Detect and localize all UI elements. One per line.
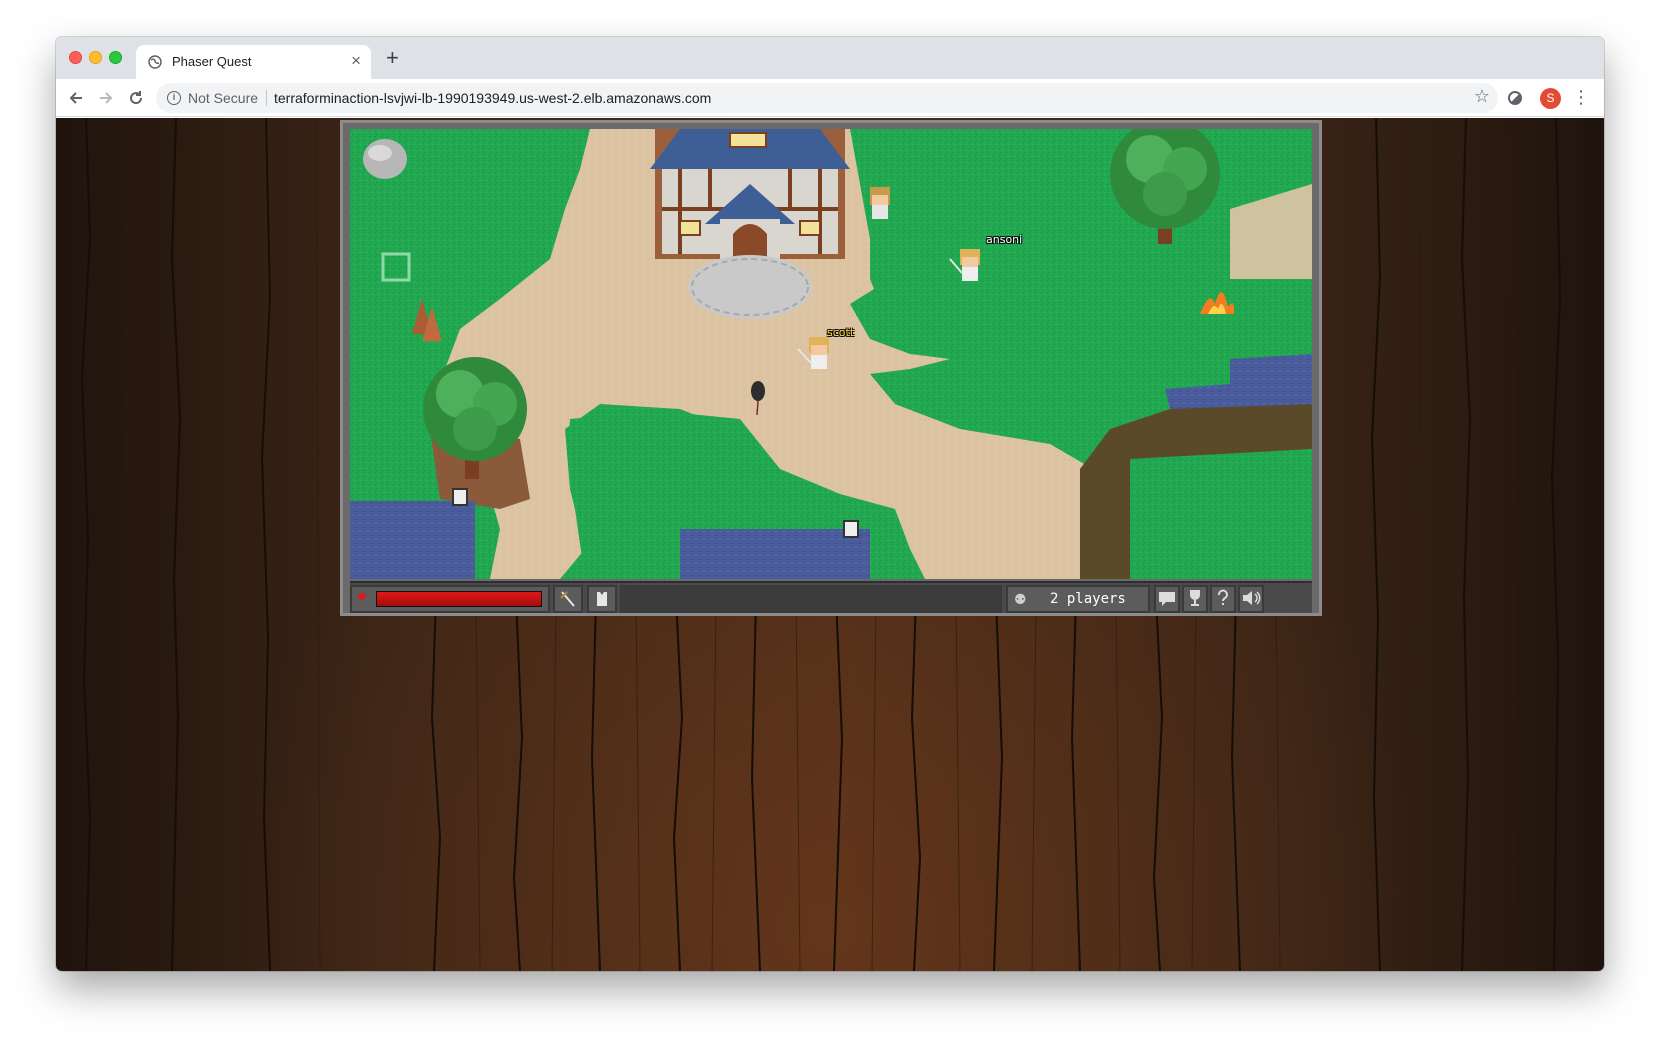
achievements-icon	[1190, 590, 1200, 606]
close-icon[interactable]: ×	[351, 51, 361, 71]
players-icon: ⚉	[1014, 591, 1027, 607]
tab-title: Phaser Quest	[172, 54, 252, 69]
back-button[interactable]	[64, 86, 88, 110]
signpost-bottom	[843, 520, 859, 538]
sword-icon	[560, 591, 575, 607]
browser-window: Phaser Quest × + i Not Secure terraformi…	[56, 37, 1604, 971]
signpost-left	[452, 488, 468, 506]
heart-icon: ♥	[357, 589, 367, 606]
tab-phaser-quest[interactable]: Phaser Quest ×	[136, 45, 371, 79]
globe-icon	[148, 55, 162, 69]
reload-button[interactable]	[124, 86, 148, 110]
health-bar-fill	[377, 592, 541, 606]
address-bar[interactable]: i Not Secure terraforminaction-lsvjwi-lb…	[156, 83, 1498, 113]
game-map	[350, 129, 1312, 579]
window-maximize-button[interactable]	[109, 51, 122, 64]
browser-toolbar: i Not Secure terraforminaction-lsvjwi-lb…	[56, 79, 1604, 117]
info-icon[interactable]: i	[167, 91, 181, 105]
security-label[interactable]: Not Secure	[188, 90, 258, 106]
armor-slot[interactable]	[587, 585, 617, 613]
achievements-button[interactable]	[1182, 585, 1208, 613]
players-count: 2 players	[1050, 591, 1126, 607]
tab-strip: Phaser Quest × +	[56, 37, 1604, 79]
game-canvas[interactable]: scott ansoni	[350, 129, 1312, 579]
help-button[interactable]	[1210, 585, 1236, 613]
chat-button[interactable]	[1154, 585, 1180, 613]
sound-button[interactable]	[1238, 585, 1264, 613]
chat-icon	[1159, 592, 1175, 606]
page-content: scott ansoni ♥ ⚉ 2 players	[56, 118, 1604, 971]
rock	[363, 139, 407, 179]
game-hud: ♥ ⚉ 2 players	[350, 581, 1312, 613]
tunic-icon	[597, 592, 607, 606]
tree-left	[423, 357, 530, 509]
npc-guard	[870, 187, 890, 219]
health-panel: ♥	[350, 585, 550, 613]
pond-bottom	[680, 529, 870, 579]
window-close-button[interactable]	[69, 51, 82, 64]
sound-icon	[1243, 591, 1261, 605]
omnibox-divider	[266, 90, 267, 106]
url-text[interactable]: terraforminaction-lsvjwi-lb-1990193949.u…	[274, 90, 711, 106]
player-name-ansoni: ansoni	[986, 233, 1023, 246]
star-icon[interactable]: ☆	[1474, 86, 1490, 107]
forward-button[interactable]	[94, 86, 118, 110]
cliff-top	[1130, 449, 1312, 579]
health-bar	[376, 591, 542, 607]
weapon-slot[interactable]	[553, 585, 583, 613]
players-panel: ⚉ 2 players	[1006, 585, 1150, 613]
pond-left	[350, 501, 475, 579]
game-frame: scott ansoni ♥ ⚉ 2 players	[340, 120, 1322, 616]
chat-input-area[interactable]	[620, 585, 1002, 613]
player-name-scott: scott	[827, 326, 855, 339]
reload-icon	[130, 91, 143, 105]
help-icon	[1218, 589, 1228, 605]
extension-icon[interactable]	[1508, 91, 1522, 105]
new-tab-button[interactable]: +	[386, 47, 399, 69]
back-arrow-icon	[69, 92, 82, 104]
profile-avatar[interactable]: S	[1540, 88, 1561, 109]
window-minimize-button[interactable]	[89, 51, 102, 64]
kebab-menu-icon[interactable]: ⋮	[1572, 87, 1590, 107]
forward-arrow-icon	[100, 92, 113, 104]
